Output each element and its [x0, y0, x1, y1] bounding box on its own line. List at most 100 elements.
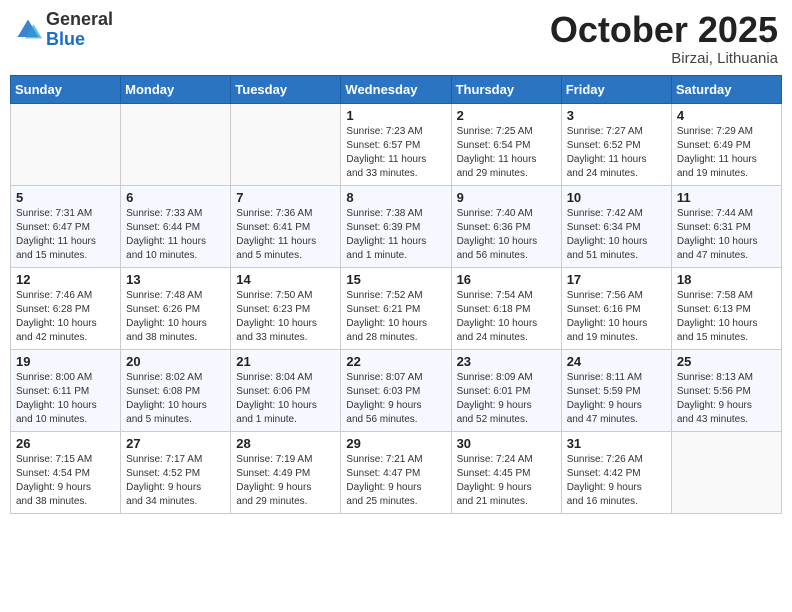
day-number: 19: [16, 354, 115, 369]
day-info: Sunrise: 7:40 AM Sunset: 6:36 PM Dayligh…: [457, 207, 556, 263]
calendar-header-monday: Monday: [121, 75, 231, 103]
calendar-cell: 23Sunrise: 8:09 AM Sunset: 6:01 PM Dayli…: [451, 349, 561, 431]
calendar-header-sunday: Sunday: [11, 75, 121, 103]
day-info: Sunrise: 7:33 AM Sunset: 6:44 PM Dayligh…: [126, 207, 225, 263]
calendar-cell: 25 Sunrise: 8:13 AM Sunset: 5:56 PM Dayli…: [671, 349, 781, 431]
calendar-cell: 19 Sunrise: 8:00 AM Sunset: 6:11 PM Dayli…: [11, 349, 121, 431]
day-number: 27: [126, 436, 225, 451]
calendar-header-wednesday: Wednesday: [341, 75, 451, 103]
calendar-cell: 20 Sunrise: 8:02 AM Sunset: 6:08 PM Dayli…: [121, 349, 231, 431]
day-info: Sunrise: 8:04 AM Sunset: 6:06 PM Dayligh…: [236, 371, 335, 427]
day-info: Sunrise: 8:13 AM Sunset: 5:56 PM Dayligh…: [677, 371, 776, 427]
calendar-cell: [231, 103, 341, 185]
calendar-cell: 8Sunrise: 7:38 AM Sunset: 6:39 PM Daylig…: [341, 185, 451, 267]
calendar-cell: 15 Sunrise: 7:52 AM Sunset: 6:21 PM Dayli…: [341, 267, 451, 349]
calendar-cell: 12Sunrise: 7:46 AM Sunset: 6:28 PM Dayli…: [11, 267, 121, 349]
day-number: 17: [567, 272, 666, 287]
day-number: 1: [346, 108, 445, 123]
day-info: Sunrise: 7:21 AM Sunset: 4:47 PM Dayligh…: [346, 453, 445, 509]
calendar-cell: 21 Sunrise: 8:04 AM Sunset: 6:06 PM Dayli…: [231, 349, 341, 431]
calendar-cell: 9 Sunrise: 7:40 AM Sunset: 6:36 PM Daylig…: [451, 185, 561, 267]
calendar-cell: 26Sunrise: 7:15 AM Sunset: 4:54 PM Dayli…: [11, 431, 121, 513]
calendar-cell: 22 Sunrise: 8:07 AM Sunset: 6:03 PM Dayli…: [341, 349, 451, 431]
day-info: Sunrise: 8:00 AM Sunset: 6:11 PM Dayligh…: [16, 371, 115, 427]
day-number: 11: [677, 190, 776, 205]
title-area: October 2025 Birzai, Lithuania: [550, 10, 778, 67]
day-info: Sunrise: 7:15 AM Sunset: 4:54 PM Dayligh…: [16, 453, 115, 509]
day-number: 30: [457, 436, 556, 451]
calendar-cell: 18 Sunrise: 7:58 AM Sunset: 6:13 PM Dayli…: [671, 267, 781, 349]
calendar-cell: 7Sunrise: 7:36 AM Sunset: 6:41 PM Daylig…: [231, 185, 341, 267]
logo-icon: [14, 16, 42, 44]
day-info: Sunrise: 7:24 AM Sunset: 4:45 PM Dayligh…: [457, 453, 556, 509]
day-number: 5: [16, 190, 115, 205]
calendar-cell: 6 Sunrise: 7:33 AM Sunset: 6:44 PM Daylig…: [121, 185, 231, 267]
calendar-cell: [11, 103, 121, 185]
calendar-week-row: 26Sunrise: 7:15 AM Sunset: 4:54 PM Dayli…: [11, 431, 782, 513]
day-info: Sunrise: 7:25 AM Sunset: 6:54 PM Dayligh…: [457, 125, 556, 181]
calendar-cell: 2 Sunrise: 7:25 AM Sunset: 6:54 PM Daylig…: [451, 103, 561, 185]
day-info: Sunrise: 7:52 AM Sunset: 6:21 PM Dayligh…: [346, 289, 445, 345]
day-info: Sunrise: 7:58 AM Sunset: 6:13 PM Dayligh…: [677, 289, 776, 345]
calendar-cell: 4Sunrise: 7:29 AM Sunset: 6:49 PM Daylig…: [671, 103, 781, 185]
day-info: Sunrise: 8:02 AM Sunset: 6:08 PM Dayligh…: [126, 371, 225, 427]
calendar-week-row: 19 Sunrise: 8:00 AM Sunset: 6:11 PM Dayli…: [11, 349, 782, 431]
calendar-cell: 28 Sunrise: 7:19 AM Sunset: 4:49 PM Dayli…: [231, 431, 341, 513]
calendar-cell: 11Sunrise: 7:44 AM Sunset: 6:31 PM Dayli…: [671, 185, 781, 267]
logo-general-text: General: [46, 10, 113, 30]
day-number: 31: [567, 436, 666, 451]
calendar-table: SundayMondayTuesdayWednesdayThursdayFrid…: [10, 75, 782, 514]
calendar-cell: 10Sunrise: 7:42 AM Sunset: 6:34 PM Dayli…: [561, 185, 671, 267]
day-number: 6: [126, 190, 225, 205]
day-number: 25: [677, 354, 776, 369]
calendar-cell: 30 Sunrise: 7:24 AM Sunset: 4:45 PM Dayli…: [451, 431, 561, 513]
calendar-week-row: 12Sunrise: 7:46 AM Sunset: 6:28 PM Dayli…: [11, 267, 782, 349]
day-number: 28: [236, 436, 335, 451]
calendar-cell: 13Sunrise: 7:48 AM Sunset: 6:26 PM Dayli…: [121, 267, 231, 349]
logo: General Blue: [14, 10, 113, 50]
page-header: General Blue October 2025 Birzai, Lithua…: [10, 10, 782, 67]
calendar-cell: [121, 103, 231, 185]
day-number: 14: [236, 272, 335, 287]
calendar-cell: [671, 431, 781, 513]
day-info: Sunrise: 8:09 AM Sunset: 6:01 PM Dayligh…: [457, 371, 556, 427]
day-number: 16: [457, 272, 556, 287]
calendar-week-row: 5 Sunrise: 7:31 AM Sunset: 6:47 PM Daylig…: [11, 185, 782, 267]
day-info: Sunrise: 7:31 AM Sunset: 6:47 PM Dayligh…: [16, 207, 115, 263]
calendar-cell: 27Sunrise: 7:17 AM Sunset: 4:52 PM Dayli…: [121, 431, 231, 513]
day-number: 8: [346, 190, 445, 205]
day-number: 24: [567, 354, 666, 369]
day-number: 9: [457, 190, 556, 205]
day-info: Sunrise: 7:23 AM Sunset: 6:57 PM Dayligh…: [346, 125, 445, 181]
day-number: 2: [457, 108, 556, 123]
day-number: 29: [346, 436, 445, 451]
calendar-cell: 16 Sunrise: 7:54 AM Sunset: 6:18 PM Dayli…: [451, 267, 561, 349]
calendar-cell: 14 Sunrise: 7:50 AM Sunset: 6:23 PM Dayli…: [231, 267, 341, 349]
day-number: 20: [126, 354, 225, 369]
day-number: 22: [346, 354, 445, 369]
day-info: Sunrise: 8:07 AM Sunset: 6:03 PM Dayligh…: [346, 371, 445, 427]
day-info: Sunrise: 7:50 AM Sunset: 6:23 PM Dayligh…: [236, 289, 335, 345]
day-info: Sunrise: 7:29 AM Sunset: 6:49 PM Dayligh…: [677, 125, 776, 181]
day-info: Sunrise: 7:19 AM Sunset: 4:49 PM Dayligh…: [236, 453, 335, 509]
calendar-header-friday: Friday: [561, 75, 671, 103]
day-info: Sunrise: 8:11 AM Sunset: 5:59 PM Dayligh…: [567, 371, 666, 427]
day-number: 15: [346, 272, 445, 287]
calendar-cell: 31 Sunrise: 7:26 AM Sunset: 4:42 PM Dayli…: [561, 431, 671, 513]
month-title: October 2025: [550, 10, 778, 50]
day-number: 21: [236, 354, 335, 369]
calendar-cell: 17 Sunrise: 7:56 AM Sunset: 6:16 PM Dayli…: [561, 267, 671, 349]
location: Birzai, Lithuania: [550, 50, 778, 67]
day-number: 3: [567, 108, 666, 123]
day-info: Sunrise: 7:26 AM Sunset: 4:42 PM Dayligh…: [567, 453, 666, 509]
day-number: 18: [677, 272, 776, 287]
day-info: Sunrise: 7:36 AM Sunset: 6:41 PM Dayligh…: [236, 207, 335, 263]
calendar-cell: 24 Sunrise: 8:11 AM Sunset: 5:59 PM Dayli…: [561, 349, 671, 431]
day-info: Sunrise: 7:46 AM Sunset: 6:28 PM Dayligh…: [16, 289, 115, 345]
day-info: Sunrise: 7:54 AM Sunset: 6:18 PM Dayligh…: [457, 289, 556, 345]
calendar-week-row: 1 Sunrise: 7:23 AM Sunset: 6:57 PM Daylig…: [11, 103, 782, 185]
day-info: Sunrise: 7:42 AM Sunset: 6:34 PM Dayligh…: [567, 207, 666, 263]
day-info: Sunrise: 7:48 AM Sunset: 6:26 PM Dayligh…: [126, 289, 225, 345]
day-info: Sunrise: 7:56 AM Sunset: 6:16 PM Dayligh…: [567, 289, 666, 345]
logo-blue-text: Blue: [46, 30, 113, 50]
